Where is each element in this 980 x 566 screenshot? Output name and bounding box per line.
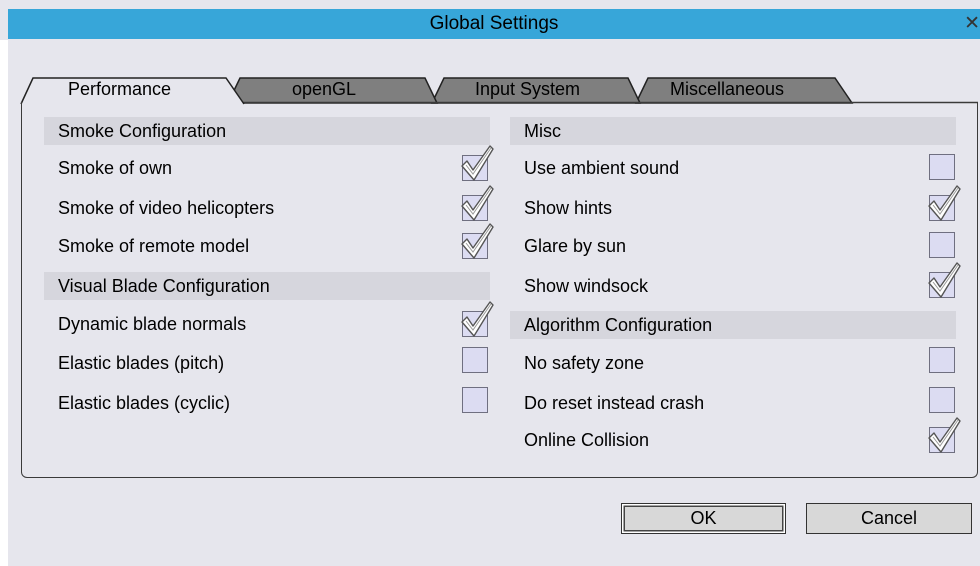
label-dynamic-blade-normals: Dynamic blade normals — [58, 314, 247, 334]
checkbox-smoke-of-remote-model[interactable] — [461, 223, 494, 259]
checkbox-show-windsock[interactable] — [928, 262, 961, 298]
cancel-button[interactable]: Cancel — [806, 503, 972, 534]
label-smoke-of-own: Smoke of own — [58, 158, 173, 178]
label-show-windsock: Show windsock — [524, 276, 649, 296]
label-do-reset-instead-crash: Do reset instead crash — [524, 393, 705, 413]
tab-opengl[interactable]: openGL — [292, 79, 356, 100]
label-elastic-blades-pitch: Elastic blades (pitch) — [58, 353, 225, 373]
close-icon[interactable]: ✕ — [964, 12, 980, 35]
label-use-ambient-sound: Use ambient sound — [524, 158, 680, 178]
checkmark-icon — [928, 417, 961, 453]
checkbox-show-hints[interactable] — [928, 185, 961, 221]
section-algorithm-configuration: Algorithm Configuration — [510, 311, 956, 339]
checkbox-no-safety-zone[interactable] — [929, 347, 955, 373]
checkbox-use-ambient-sound[interactable] — [929, 154, 955, 180]
section-smoke-configuration: Smoke Configuration — [44, 117, 490, 145]
title-bar[interactable]: Global Settings ✕ — [8, 9, 980, 39]
label-elastic-blades-cyclic: Elastic blades (cyclic) — [58, 393, 231, 413]
tab-input-system[interactable]: Input System — [475, 79, 580, 100]
checkbox-online-collision[interactable] — [928, 417, 961, 453]
label-smoke-of-remote-model: Smoke of remote model — [58, 236, 250, 256]
label-online-collision: Online Collision — [524, 430, 650, 450]
checkbox-smoke-of-own[interactable] — [461, 145, 494, 181]
checkmark-icon — [461, 223, 494, 259]
section-misc: Misc — [510, 117, 956, 145]
dialog-window: Global Settings ✕ Performance openGL Inp… — [0, 0, 980, 566]
checkmark-icon — [928, 262, 961, 298]
ok-button[interactable]: OK — [621, 503, 786, 534]
checkmark-icon — [461, 145, 494, 181]
checkbox-dynamic-blade-normals[interactable] — [461, 301, 494, 337]
label-show-hints: Show hints — [524, 198, 613, 218]
checkbox-smoke-of-video-helicopters[interactable] — [461, 185, 494, 221]
checkbox-do-reset-instead-crash[interactable] — [929, 387, 955, 413]
checkmark-icon — [461, 185, 494, 221]
checkbox-glare-by-sun[interactable] — [929, 232, 955, 258]
checkmark-icon — [461, 301, 494, 337]
tab-performance[interactable]: Performance — [68, 79, 171, 100]
label-no-safety-zone: No safety zone — [524, 353, 645, 373]
window-title: Global Settings — [429, 13, 559, 34]
checkmark-icon — [928, 185, 961, 221]
tab-miscellaneous[interactable]: Miscellaneous — [670, 79, 784, 100]
label-smoke-of-video-helicopters: Smoke of video helicopters — [58, 198, 275, 218]
checkbox-elastic-blades-cyclic[interactable] — [462, 387, 488, 413]
checkbox-elastic-blades-pitch[interactable] — [462, 347, 488, 373]
label-glare-by-sun: Glare by sun — [524, 236, 627, 256]
section-visual-blade-configuration: Visual Blade Configuration — [44, 272, 490, 300]
